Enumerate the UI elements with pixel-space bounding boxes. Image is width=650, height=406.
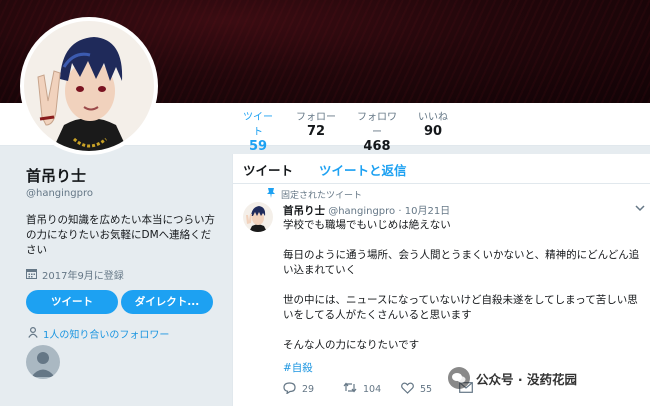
tweet-line: 毎日のように通う場所、会う人間とうまくいかないと、精神的にどんどん追い込まれてい… (283, 249, 640, 276)
tweet-line: そんな人の力になりたいです (283, 339, 420, 351)
direct-message-button[interactable]: ダイレクト... (121, 290, 213, 314)
pin-icon (267, 188, 275, 201)
timeline-tabs: ツイート ツイートと返信 (233, 154, 650, 184)
like-action[interactable]: 55 (401, 382, 432, 397)
stat-likes-value: 90 (423, 124, 443, 139)
heart-icon (401, 382, 414, 397)
stat-following-label: フォロー (296, 112, 336, 123)
retweet-count: 104 (363, 383, 382, 395)
tweet-to-button[interactable]: ツイート (26, 290, 118, 314)
retweet-action[interactable]: 104 (343, 382, 381, 396)
tweet-text: 学校でも職場でもいじめは絶えない 毎日のように通う場所、会う人間とうまくいかない… (283, 218, 645, 353)
tweet-author-name[interactable]: 首吊り士 (283, 205, 325, 217)
follower-avatar[interactable] (26, 345, 60, 379)
followers-you-know-label: 1人の知り合いのフォロワー (43, 330, 170, 341)
watermark-text: 公众号 · 没药花园 (476, 371, 577, 387)
calendar-icon (26, 268, 37, 282)
stat-followers[interactable]: フォロワー 468 (354, 108, 400, 154)
profile-handle[interactable]: @hangingpro (26, 188, 226, 199)
reply-count: 29 (302, 384, 315, 395)
tab-tweets[interactable]: ツイート (243, 160, 293, 179)
profile-sidebar: 首吊り士 @hangingpro 首吊りの知識を広めたい本当につらい方の力になり… (26, 165, 226, 282)
stat-tweets-label: ツイート (243, 112, 273, 138)
followers-you-know[interactable]: 1人の知り合いのフォロワー (28, 326, 169, 341)
tweet-line: 世の中には、ニュースになっていないけど自殺未遂をしてしまって苦しい思いをしてる人… (283, 294, 638, 321)
stat-tweets[interactable]: ツイート 59 (240, 108, 276, 162)
stat-likes[interactable]: いいね 90 (418, 108, 448, 139)
chevron-down-icon[interactable] (635, 204, 645, 215)
profile-bio: 首吊りの知識を広めたい本当につらい方の力になりたいお気軽にDMへ連絡ください (26, 214, 215, 256)
pinned-label: 固定されたツイート (281, 191, 363, 201)
stat-following[interactable]: フォロー 72 (296, 108, 336, 139)
stat-following-value: 72 (306, 124, 326, 139)
stat-tweets-value: 59 (248, 139, 268, 154)
profile-name[interactable]: 首吊り士 (26, 165, 226, 186)
stat-likes-label: いいね (418, 112, 448, 123)
tweet-line: 学校でも職場でもいじめは絶えない (283, 219, 451, 231)
tweet-author-avatar[interactable] (243, 202, 273, 232)
tweet-separator: · (398, 206, 402, 217)
reply-action[interactable]: 29 (283, 382, 314, 397)
person-icon (28, 326, 38, 341)
stat-followers-value: 468 (363, 139, 391, 154)
like-count: 55 (420, 384, 433, 395)
reply-icon (283, 382, 296, 397)
tweet-hashtag[interactable]: #自殺 (283, 360, 313, 375)
tweet-date[interactable]: 10月21日 (405, 206, 450, 217)
tab-tweets-replies[interactable]: ツイートと返信 (319, 160, 407, 179)
tweet-author-handle[interactable]: @hangingpro (328, 206, 395, 217)
watermark: 公众号 · 没药花园 (448, 367, 577, 389)
stat-followers-label: フォロワー (357, 112, 397, 138)
retweet-icon (343, 382, 357, 396)
timeline: ツイート ツイートと返信 固定されたツイート 首吊り士 @hangingpro … (232, 154, 650, 406)
wechat-icon (448, 367, 470, 389)
joined-label: 2017年9月に登録 (42, 271, 124, 282)
pinned-indicator: 固定されたツイート (267, 188, 362, 201)
profile-avatar[interactable] (20, 17, 158, 155)
joined-date: 2017年9月に登録 (26, 267, 226, 282)
tweet-header: 首吊り士 @hangingpro · 10月21日 (283, 202, 450, 218)
